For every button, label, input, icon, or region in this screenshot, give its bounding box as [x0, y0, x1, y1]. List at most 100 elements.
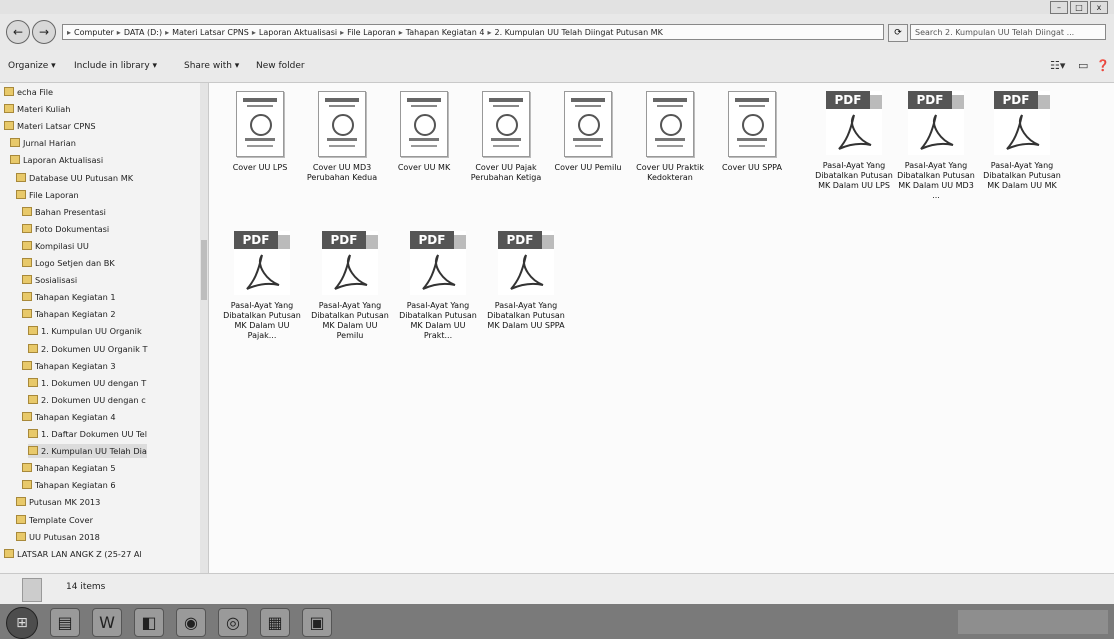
nav-tree-item[interactable]: UU Putusan 2018 — [16, 530, 100, 544]
organize-button[interactable]: Organize ▾ — [8, 61, 56, 71]
file-item[interactable]: PDF Pasal-Ayat Yang Dibatalkan Putusan MK… — [221, 231, 303, 341]
folder-icon — [16, 514, 26, 524]
close-button[interactable]: x — [1090, 1, 1108, 14]
nav-tree-item[interactable]: 1. Kumpulan UU Organik — [28, 324, 142, 338]
chrome-icon[interactable]: ◎ — [218, 608, 248, 637]
file-name: Pasal-Ayat Yang Dibatalkan Putusan MK Da… — [223, 301, 301, 340]
nav-scrollbar[interactable] — [200, 83, 208, 573]
back-button[interactable]: ← — [6, 20, 30, 44]
nav-item-label: 2. Dokumen UU Organik T — [41, 343, 148, 354]
breadcrumb-separator[interactable]: ▸ — [67, 28, 71, 37]
breadcrumb-item[interactable]: Laporan Aktualisasi — [259, 28, 337, 37]
status-bar: 14 items — [0, 573, 1114, 605]
breadcrumb-item[interactable]: Computer — [74, 28, 114, 37]
nav-tree-item[interactable]: Database UU Putusan MK — [16, 171, 133, 185]
file-item[interactable]: PDF Pasal-Ayat Yang Dibatalkan Putusan MK… — [397, 231, 479, 341]
nav-tree-item[interactable]: Kompilasi UU — [22, 239, 89, 253]
app-icon[interactable]: ◧ — [134, 608, 164, 637]
nav-scrollbar-thumb[interactable] — [201, 240, 207, 300]
nav-tree-item[interactable]: File Laporan — [16, 188, 79, 202]
system-tray[interactable] — [958, 610, 1108, 634]
nav-tree-item[interactable]: Tahapan Kegiatan 5 — [22, 461, 116, 475]
include-in-library-button[interactable]: Include in library ▾ — [74, 61, 157, 71]
breadcrumb-item[interactable]: File Laporan — [347, 28, 396, 37]
nav-tree-item[interactable]: Putusan MK 2013 — [16, 495, 100, 509]
minimize-button[interactable]: – — [1050, 1, 1068, 14]
explorer-icon[interactable]: ▤ — [50, 608, 80, 637]
file-item[interactable]: PDF Pasal-Ayat Yang Dibatalkan Putusan MK… — [895, 91, 977, 201]
nav-item-label: Tahapan Kegiatan 4 — [35, 411, 116, 422]
nav-tree-item[interactable]: Tahapan Kegiatan 1 — [22, 290, 116, 304]
word-icon[interactable]: W — [92, 608, 122, 637]
new-folder-button[interactable]: New folder — [256, 61, 305, 71]
file-item[interactable]: PDF Pasal-Ayat Yang Dibatalkan Putusan MK… — [485, 231, 567, 331]
breadcrumb-item[interactable]: Tahapan Kegiatan 4 — [406, 28, 485, 37]
breadcrumb-separator[interactable]: ▸ — [165, 28, 169, 37]
breadcrumb-separator[interactable]: ▸ — [117, 28, 121, 37]
nav-tree-item[interactable]: echa File — [4, 85, 53, 99]
nav-item-label: Materi Kuliah — [17, 104, 71, 115]
start-orb-icon[interactable]: ⊞ — [6, 607, 38, 639]
pdf-file-icon: PDF — [826, 91, 882, 155]
nav-tree-item[interactable]: Materi Kuliah — [4, 102, 70, 116]
nav-tree-item[interactable]: Foto Dokumentasi — [22, 222, 109, 236]
navigation-pane[interactable]: echa File Materi Kuliah Materi Latsar CPNS… — [0, 83, 209, 573]
nav-item-label: Jurnal Harian — [23, 138, 76, 149]
document-thumbnail-icon — [482, 91, 530, 157]
file-item[interactable]: Cover UU SPPA — [711, 91, 793, 173]
file-item[interactable]: Cover UU MK — [383, 91, 465, 173]
folder-icon — [22, 292, 32, 302]
nav-tree-item[interactable]: LATSAR LAN ANGK Z (25-27 Al — [4, 547, 142, 561]
forward-button[interactable]: → — [32, 20, 56, 44]
breadcrumb-separator[interactable]: ▸ — [487, 28, 491, 37]
folder-icon — [22, 275, 32, 285]
file-item[interactable]: Cover UU LPS — [219, 91, 301, 173]
pdf-badge: PDF — [498, 231, 542, 249]
nav-tree-item[interactable]: Jurnal Harian — [10, 136, 76, 150]
file-item[interactable]: Cover UU Pemilu — [547, 91, 629, 173]
nav-tree-item[interactable]: Tahapan Kegiatan 2 — [22, 307, 116, 321]
nav-tree-item[interactable]: Logo Setjen dan BK — [22, 256, 115, 270]
taskbar: ⊞ ▤ W ◧ ◉ ◎ ▦ ▣ — [0, 604, 1114, 639]
preview-pane-icon[interactable]: ▭ — [1078, 59, 1088, 72]
title-bar: – □ x — [0, 0, 1114, 14]
nav-tree-item[interactable]: 1. Daftar Dokumen UU Tel — [28, 427, 147, 441]
file-item[interactable]: Cover UU Praktik Kedokteran — [629, 91, 711, 183]
nav-tree-item[interactable]: Sosialisasi — [22, 273, 77, 287]
grid-app-icon[interactable]: ▦ — [260, 608, 290, 637]
breadcrumb-separator[interactable]: ▸ — [340, 28, 344, 37]
file-item[interactable]: Cover UU Pajak Perubahan Ketiga — [465, 91, 547, 183]
breadcrumb-item[interactable]: DATA (D:) — [124, 28, 162, 37]
search-input[interactable]: Search 2. Kumpulan UU Telah Diingat ... — [910, 24, 1106, 40]
file-item[interactable]: PDF Pasal-Ayat Yang Dibatalkan Putusan MK… — [981, 91, 1063, 191]
file-item[interactable]: PDF Pasal-Ayat Yang Dibatalkan Putusan MK… — [813, 91, 895, 191]
view-options-icon[interactable]: ☷▾ — [1050, 59, 1065, 72]
file-item[interactable]: PDF Pasal-Ayat Yang Dibatalkan Putusan MK… — [309, 231, 391, 341]
breadcrumb-separator[interactable]: ▸ — [399, 28, 403, 37]
nav-tree-item[interactable]: 2. Dokumen UU Organik T — [28, 342, 148, 356]
nav-tree-item[interactable]: Bahan Presentasi — [22, 205, 106, 219]
address-bar[interactable]: ▸ Computer ▸ DATA (D:) ▸ Materi Latsar CPNS ▸ L… — [62, 24, 884, 40]
folder-icon — [16, 189, 26, 199]
photo-app-icon[interactable]: ▣ — [302, 608, 332, 637]
nav-tree-item[interactable]: 1. Dokumen UU dengan T — [28, 376, 146, 390]
nav-tree-item[interactable]: Laporan Aktualisasi — [10, 153, 103, 167]
refresh-button[interactable]: ⟳ — [888, 24, 908, 42]
nav-tree-item[interactable]: Template Cover — [16, 513, 93, 527]
help-icon[interactable]: ❓ — [1096, 59, 1110, 72]
file-name: Pasal-Ayat Yang Dibatalkan Putusan MK Da… — [311, 301, 389, 340]
share-with-button[interactable]: Share with ▾ — [184, 61, 239, 71]
nav-item-label: 1. Dokumen UU dengan T — [41, 377, 147, 388]
nav-tree-item[interactable]: Tahapan Kegiatan 4 — [22, 410, 116, 424]
breadcrumb-item[interactable]: Materi Latsar CPNS — [172, 28, 249, 37]
file-item[interactable]: Cover UU MD3 Perubahan Kedua — [301, 91, 383, 183]
nav-tree-item[interactable]: 2. Kumpulan UU Telah Dia — [28, 444, 147, 459]
maximize-button[interactable]: □ — [1070, 1, 1088, 14]
firefox-icon[interactable]: ◉ — [176, 608, 206, 637]
breadcrumb-item[interactable]: 2. Kumpulan UU Telah Diingat Putusan MK — [494, 28, 662, 37]
nav-tree-item[interactable]: Tahapan Kegiatan 6 — [22, 478, 116, 492]
nav-tree-item[interactable]: Tahapan Kegiatan 3 — [22, 359, 116, 373]
nav-tree-item[interactable]: Materi Latsar CPNS — [4, 119, 96, 133]
breadcrumb-separator[interactable]: ▸ — [252, 28, 256, 37]
nav-tree-item[interactable]: 2. Dokumen UU dengan c — [28, 393, 146, 407]
